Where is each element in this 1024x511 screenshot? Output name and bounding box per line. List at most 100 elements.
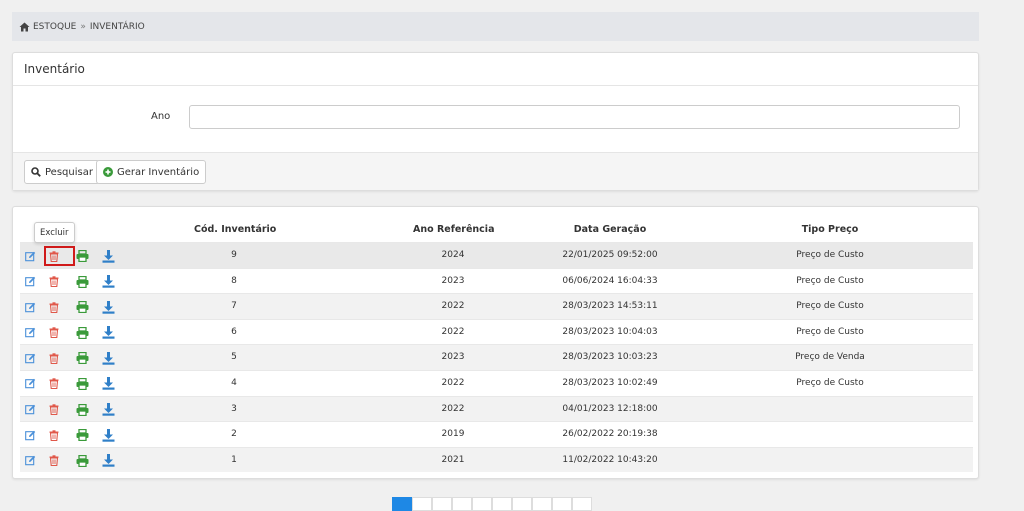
table-row: 5 2023 28/03/2023 10:03:23 Preço de Venda bbox=[20, 344, 973, 370]
breadcrumb-item-inventario: INVENTÁRIO bbox=[89, 21, 145, 32]
pagination bbox=[392, 497, 592, 511]
edit-icon[interactable] bbox=[23, 377, 37, 391]
trash-icon[interactable] bbox=[47, 275, 61, 289]
print-icon[interactable] bbox=[75, 249, 89, 263]
year-field-row: Ano bbox=[13, 105, 978, 129]
cell-data: 11/02/2022 10:43:20 bbox=[562, 454, 658, 465]
table-row: 1 2021 11/02/2022 10:43:20 bbox=[20, 446, 973, 473]
edit-icon[interactable] bbox=[23, 249, 37, 263]
download-icon[interactable] bbox=[101, 428, 115, 442]
cell-data: 22/01/2025 09:52:00 bbox=[562, 250, 658, 260]
page-9[interactable] bbox=[552, 497, 572, 511]
edit-icon[interactable] bbox=[23, 300, 37, 314]
cell-ano: 2022 bbox=[441, 377, 465, 388]
edit-icon[interactable] bbox=[23, 326, 37, 340]
print-icon[interactable] bbox=[75, 403, 89, 417]
table-row: 8 2023 06/06/2024 16:04:33 Preço de Custo bbox=[20, 267, 973, 294]
cell-cod: 1 bbox=[231, 454, 237, 465]
download-icon[interactable] bbox=[101, 454, 115, 468]
cell-data: 06/06/2024 16:04:33 bbox=[562, 275, 658, 286]
print-icon[interactable] bbox=[75, 454, 89, 468]
page-7[interactable] bbox=[512, 497, 532, 511]
page-6[interactable] bbox=[492, 497, 512, 511]
cell-cod: 9 bbox=[231, 250, 237, 260]
home-icon[interactable] bbox=[19, 22, 30, 32]
table-body: 9 2024 22/01/2025 09:52:00 Preço de Custo 8 2… bbox=[20, 242, 973, 473]
cell-tipo: Preço de Custo bbox=[796, 250, 864, 260]
page-10[interactable] bbox=[572, 497, 592, 511]
download-icon[interactable] bbox=[101, 377, 115, 391]
cell-ano: 2022 bbox=[441, 326, 465, 337]
cell-data: 04/01/2023 12:18:00 bbox=[562, 403, 658, 414]
print-icon[interactable] bbox=[75, 377, 89, 391]
print-icon[interactable] bbox=[75, 428, 89, 442]
cell-ano: 2023 bbox=[441, 275, 465, 286]
cell-ano: 2024 bbox=[441, 250, 465, 260]
trash-icon[interactable] bbox=[47, 351, 61, 365]
header-data[interactable]: Data Geração bbox=[550, 224, 670, 235]
trash-icon[interactable] bbox=[47, 428, 61, 442]
download-icon[interactable] bbox=[101, 326, 115, 340]
print-icon[interactable] bbox=[75, 326, 89, 340]
page-2[interactable] bbox=[412, 497, 432, 511]
page-8[interactable] bbox=[532, 497, 552, 511]
cell-tipo bbox=[760, 397, 900, 422]
edit-icon[interactable] bbox=[23, 403, 37, 417]
download-icon[interactable] bbox=[101, 249, 115, 263]
cell-ano: 2019 bbox=[441, 429, 465, 440]
cell-cod: 7 bbox=[231, 301, 237, 312]
year-label: Ano bbox=[151, 111, 171, 122]
edit-icon[interactable] bbox=[23, 454, 37, 468]
header-ano[interactable]: Ano Referência bbox=[413, 224, 494, 235]
download-icon[interactable] bbox=[101, 275, 115, 289]
table-row: 9 2024 22/01/2025 09:52:00 Preço de Custo bbox=[20, 242, 973, 268]
trash-icon[interactable] bbox=[47, 326, 61, 340]
table-header: Cód. Inventário Ano Referência Data Gera… bbox=[20, 215, 973, 242]
trash-icon[interactable] bbox=[47, 377, 61, 391]
print-icon[interactable] bbox=[75, 300, 89, 314]
panel-footer: Pesquisar Gerar Inventário bbox=[13, 152, 978, 190]
download-icon[interactable] bbox=[101, 351, 115, 365]
header-cod[interactable]: Cód. Inventário bbox=[194, 224, 276, 235]
cell-data: 28/03/2023 10:03:23 bbox=[562, 352, 658, 363]
cell-tipo bbox=[760, 422, 900, 447]
header-tipo[interactable]: Tipo Preço bbox=[760, 224, 900, 235]
page-4[interactable] bbox=[452, 497, 472, 511]
trash-icon[interactable] bbox=[47, 300, 61, 314]
print-icon[interactable] bbox=[75, 351, 89, 365]
cell-tipo: Preço de Custo bbox=[796, 326, 864, 337]
table-row: 7 2022 28/03/2023 14:53:11 Preço de Custo bbox=[20, 293, 973, 319]
table-row: 2 2019 26/02/2022 20:19:38 bbox=[20, 421, 973, 447]
cell-ano: 2022 bbox=[441, 301, 465, 312]
delete-tooltip: Excluir bbox=[34, 222, 75, 243]
breadcrumb-item-estoque[interactable]: ESTOQUE bbox=[33, 22, 76, 32]
cell-cod: 5 bbox=[231, 352, 237, 363]
cell-cod: 8 bbox=[231, 275, 237, 286]
cell-tipo: Preço de Custo bbox=[796, 275, 864, 286]
print-icon[interactable] bbox=[75, 275, 89, 289]
search-button[interactable]: Pesquisar bbox=[24, 160, 100, 184]
delete-highlight bbox=[44, 246, 75, 266]
page-1[interactable] bbox=[392, 497, 412, 511]
trash-icon[interactable] bbox=[47, 403, 61, 417]
cell-data: 26/02/2022 20:19:38 bbox=[562, 429, 658, 440]
generate-inventory-button[interactable]: Gerar Inventário bbox=[96, 160, 207, 184]
year-input[interactable] bbox=[189, 105, 960, 129]
cell-data: 28/03/2023 10:04:03 bbox=[562, 326, 658, 337]
table-row: 6 2022 28/03/2023 10:04:03 Preço de Custo bbox=[20, 318, 973, 345]
download-icon[interactable] bbox=[101, 300, 115, 314]
cell-cod: 2 bbox=[231, 429, 237, 440]
cell-cod: 6 bbox=[231, 326, 237, 337]
edit-icon[interactable] bbox=[23, 351, 37, 365]
generate-inventory-button-label: Gerar Inventário bbox=[117, 166, 200, 178]
trash-icon[interactable] bbox=[47, 454, 61, 468]
edit-icon[interactable] bbox=[23, 428, 37, 442]
download-icon[interactable] bbox=[101, 403, 115, 417]
table-row: 3 2022 04/01/2023 12:18:00 bbox=[20, 395, 973, 422]
page-3[interactable] bbox=[432, 497, 452, 511]
cell-ano: 2023 bbox=[441, 352, 465, 363]
edit-icon[interactable] bbox=[23, 275, 37, 289]
plus-circle-icon bbox=[103, 167, 113, 177]
cell-ano: 2021 bbox=[441, 454, 465, 465]
page-5[interactable] bbox=[472, 497, 492, 511]
